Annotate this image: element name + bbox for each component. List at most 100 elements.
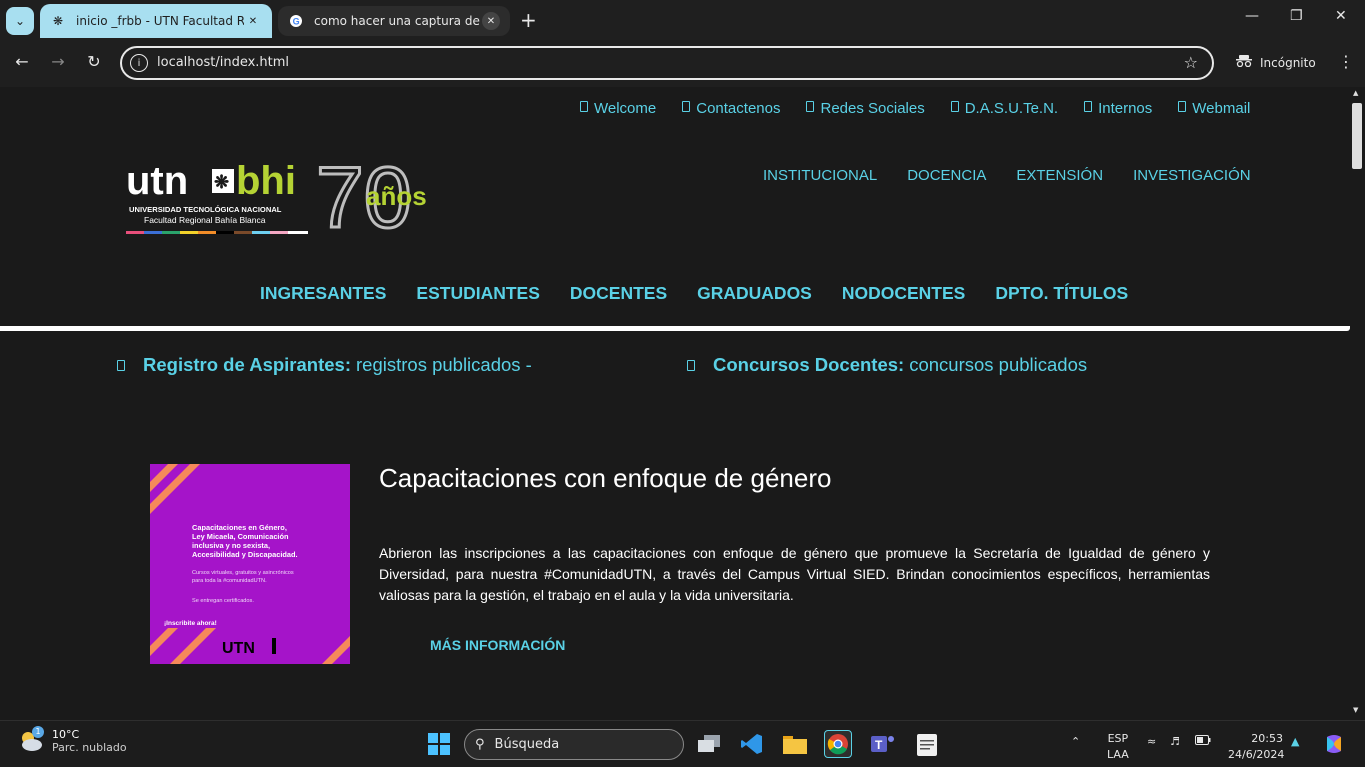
close-icon[interactable]: ✕ (482, 12, 500, 30)
svg-text:G: G (293, 17, 300, 27)
teams-icon[interactable]: T (869, 730, 897, 758)
weather-badge: 1 (32, 726, 44, 738)
top-link-internos[interactable]: Internos (1084, 100, 1152, 117)
top-links: Welcome Contactenos Redes Sociales D.A.S… (580, 100, 1250, 117)
scroll-up-icon[interactable]: ▲ (1353, 89, 1358, 97)
scrollbar-thumb[interactable] (1352, 103, 1362, 169)
site-info-icon[interactable]: i (130, 54, 148, 72)
top-link-redes-sociales[interactable]: Redes Sociales (806, 100, 925, 117)
main-nav: INSTITUCIONAL DOCENCIA EXTENSIÓN INVESTI… (763, 167, 1251, 184)
nav-graduados[interactable]: GRADUADOS (697, 283, 812, 304)
image-sub: Cursos virtuales, gratuitos y asincrónic… (192, 570, 295, 584)
tray-chevron-up-icon[interactable]: ⌃ (1071, 735, 1080, 748)
utn-bhi-logo[interactable]: utn ❋ bhi UNIVERSIDAD TECNOLÓGICA NACION… (126, 149, 446, 248)
vscode-icon[interactable] (738, 730, 766, 758)
page-scrollbar[interactable]: ▲ ▼ (1350, 87, 1365, 720)
secondary-nav: INGRESANTES ESTUDIANTES DOCENTES GRADUAD… (260, 283, 1128, 304)
logo-line2: Facultad Regional Bahía Blanca (144, 215, 266, 225)
tab-search-button[interactable]: ⌄ (6, 7, 34, 35)
google-favicon-icon: G (288, 13, 304, 29)
stripes-decoration (150, 464, 350, 664)
image-brand: UTN (222, 640, 255, 657)
search-icon: ⚲ (475, 737, 485, 752)
reload-icon[interactable]: ↻ (82, 52, 106, 71)
top-link-webmail[interactable]: Webmail (1178, 100, 1250, 117)
page-icon (682, 101, 691, 112)
volume-icon[interactable]: ♬ (1170, 735, 1180, 748)
address-bar[interactable]: i localhost/index.html ☆ (120, 46, 1214, 80)
restore-icon[interactable]: ❐ (1290, 8, 1303, 24)
battery-icon[interactable] (1195, 735, 1211, 748)
back-arrow-icon[interactable]: ← (10, 52, 34, 71)
top-link-welcome[interactable]: Welcome (580, 100, 656, 117)
tab-utn[interactable]: ❋ inicio _frbb - UTN Facultad Regi ✕ (40, 4, 272, 38)
top-link-dasuten[interactable]: D.A.S.U.Te.N. (950, 100, 1059, 117)
ticker-label: Concursos Docentes: (713, 354, 905, 375)
notification-bell-icon[interactable]: ▲ (1291, 735, 1299, 748)
image-brand-mark (272, 638, 276, 654)
ticker-item-aspirantes[interactable]: Registro de Aspirantes: registros public… (117, 354, 532, 376)
utn-favicon-icon: ❋ (52, 14, 64, 28)
nav-ingresantes[interactable]: INGRESANTES (260, 283, 386, 304)
logo-anniversary-text: años (366, 181, 427, 211)
page-icon (117, 359, 125, 371)
page-icon (1084, 101, 1093, 112)
incognito-indicator[interactable]: Incógnito (1236, 55, 1316, 70)
taskbar-search[interactable]: ⚲ Búsqueda (464, 729, 684, 760)
logo-brand-left: utn (126, 159, 188, 203)
page-icon (950, 101, 959, 112)
close-icon[interactable]: ✕ (244, 12, 262, 30)
news-title[interactable]: Capacitaciones con enfoque de género (379, 463, 831, 494)
tab-title: como hacer una captura de pan (314, 14, 482, 28)
link-label: Internos (1098, 100, 1153, 117)
wifi-icon[interactable]: ≈ (1147, 735, 1156, 748)
url-text[interactable]: localhost/index.html (157, 55, 289, 70)
logo-line1: UNIVERSIDAD TECNOLÓGICA NACIONAL (129, 205, 282, 214)
minimize-icon[interactable]: — (1245, 8, 1259, 24)
link-label: Redes Sociales (820, 100, 925, 117)
link-label: Webmail (1192, 100, 1251, 117)
image-cert: Se entregan certificados. (192, 598, 254, 604)
lang-top: ESP (1107, 732, 1129, 745)
nav-nodocentes[interactable]: NODOCENTES (842, 283, 965, 304)
lang-bottom: LAA (1107, 748, 1129, 761)
nav-institucional[interactable]: INSTITUCIONAL (763, 167, 877, 184)
nav-investigacion[interactable]: INVESTIGACIÓN (1133, 167, 1251, 184)
nav-dpto-titulos[interactable]: DPTO. TÍTULOS (995, 283, 1128, 304)
logo-color-strip (126, 231, 308, 234)
ticker-item-concursos[interactable]: Concursos Docentes: concursos publicados (687, 354, 1087, 376)
link-label: D.A.S.U.Te.N. (964, 100, 1059, 117)
copilot-icon[interactable] (1320, 730, 1348, 758)
nav-estudiantes[interactable]: ESTUDIANTES (416, 283, 539, 304)
forward-arrow-icon[interactable]: → (46, 52, 70, 71)
top-link-contactenos[interactable]: Contactenos (682, 100, 780, 117)
taskbar: 1 10°C Parc. nublado ⚲ Búsqueda T ⌃ ESP … (0, 720, 1365, 767)
more-info-link[interactable]: MÁS INFORMACIÓN (430, 637, 565, 653)
weather-widget[interactable]: 1 10°C Parc. nublado (18, 726, 127, 754)
ticker-text: registros publicados - (356, 354, 532, 375)
svg-text:❋: ❋ (214, 172, 229, 192)
new-tab-button[interactable]: + (520, 10, 537, 30)
language-indicator[interactable]: ESP LAA (1107, 731, 1129, 763)
tab-google[interactable]: G como hacer una captura de pan ✕ (278, 6, 510, 36)
nav-extension[interactable]: EXTENSIÓN (1016, 167, 1103, 184)
nav-docentes[interactable]: DOCENTES (570, 283, 667, 304)
task-view-icon[interactable] (695, 730, 723, 758)
scroll-down-icon[interactable]: ▼ (1353, 706, 1358, 714)
clock-time: 20:53 (1251, 732, 1283, 745)
nav-docencia[interactable]: DOCENCIA (907, 167, 986, 184)
logo-brand-right: bhi (236, 159, 296, 203)
windows-start-icon[interactable] (425, 730, 453, 758)
ticker-text: concursos publicados (909, 354, 1088, 375)
window-close-icon[interactable]: ✕ (1335, 8, 1347, 24)
chrome-icon[interactable] (824, 730, 852, 758)
bookmark-star-icon[interactable]: ☆ (1184, 53, 1198, 72)
file-explorer-icon[interactable] (781, 730, 809, 758)
tab-title: inicio _frbb - UTN Facultad Regi (76, 14, 244, 28)
browser-toolbar: ← → ↻ i localhost/index.html ☆ Incógnito… (0, 42, 1365, 86)
more-menu-icon[interactable]: ⋮ (1338, 52, 1354, 71)
notepad-icon[interactable] (913, 730, 941, 758)
clock[interactable]: 20:53 24/6/2024 (1228, 731, 1284, 763)
image-cta: ¡Inscribite ahora! (164, 620, 217, 627)
news-image[interactable]: Capacitaciones en Género, Ley Micaela, C… (150, 464, 350, 664)
